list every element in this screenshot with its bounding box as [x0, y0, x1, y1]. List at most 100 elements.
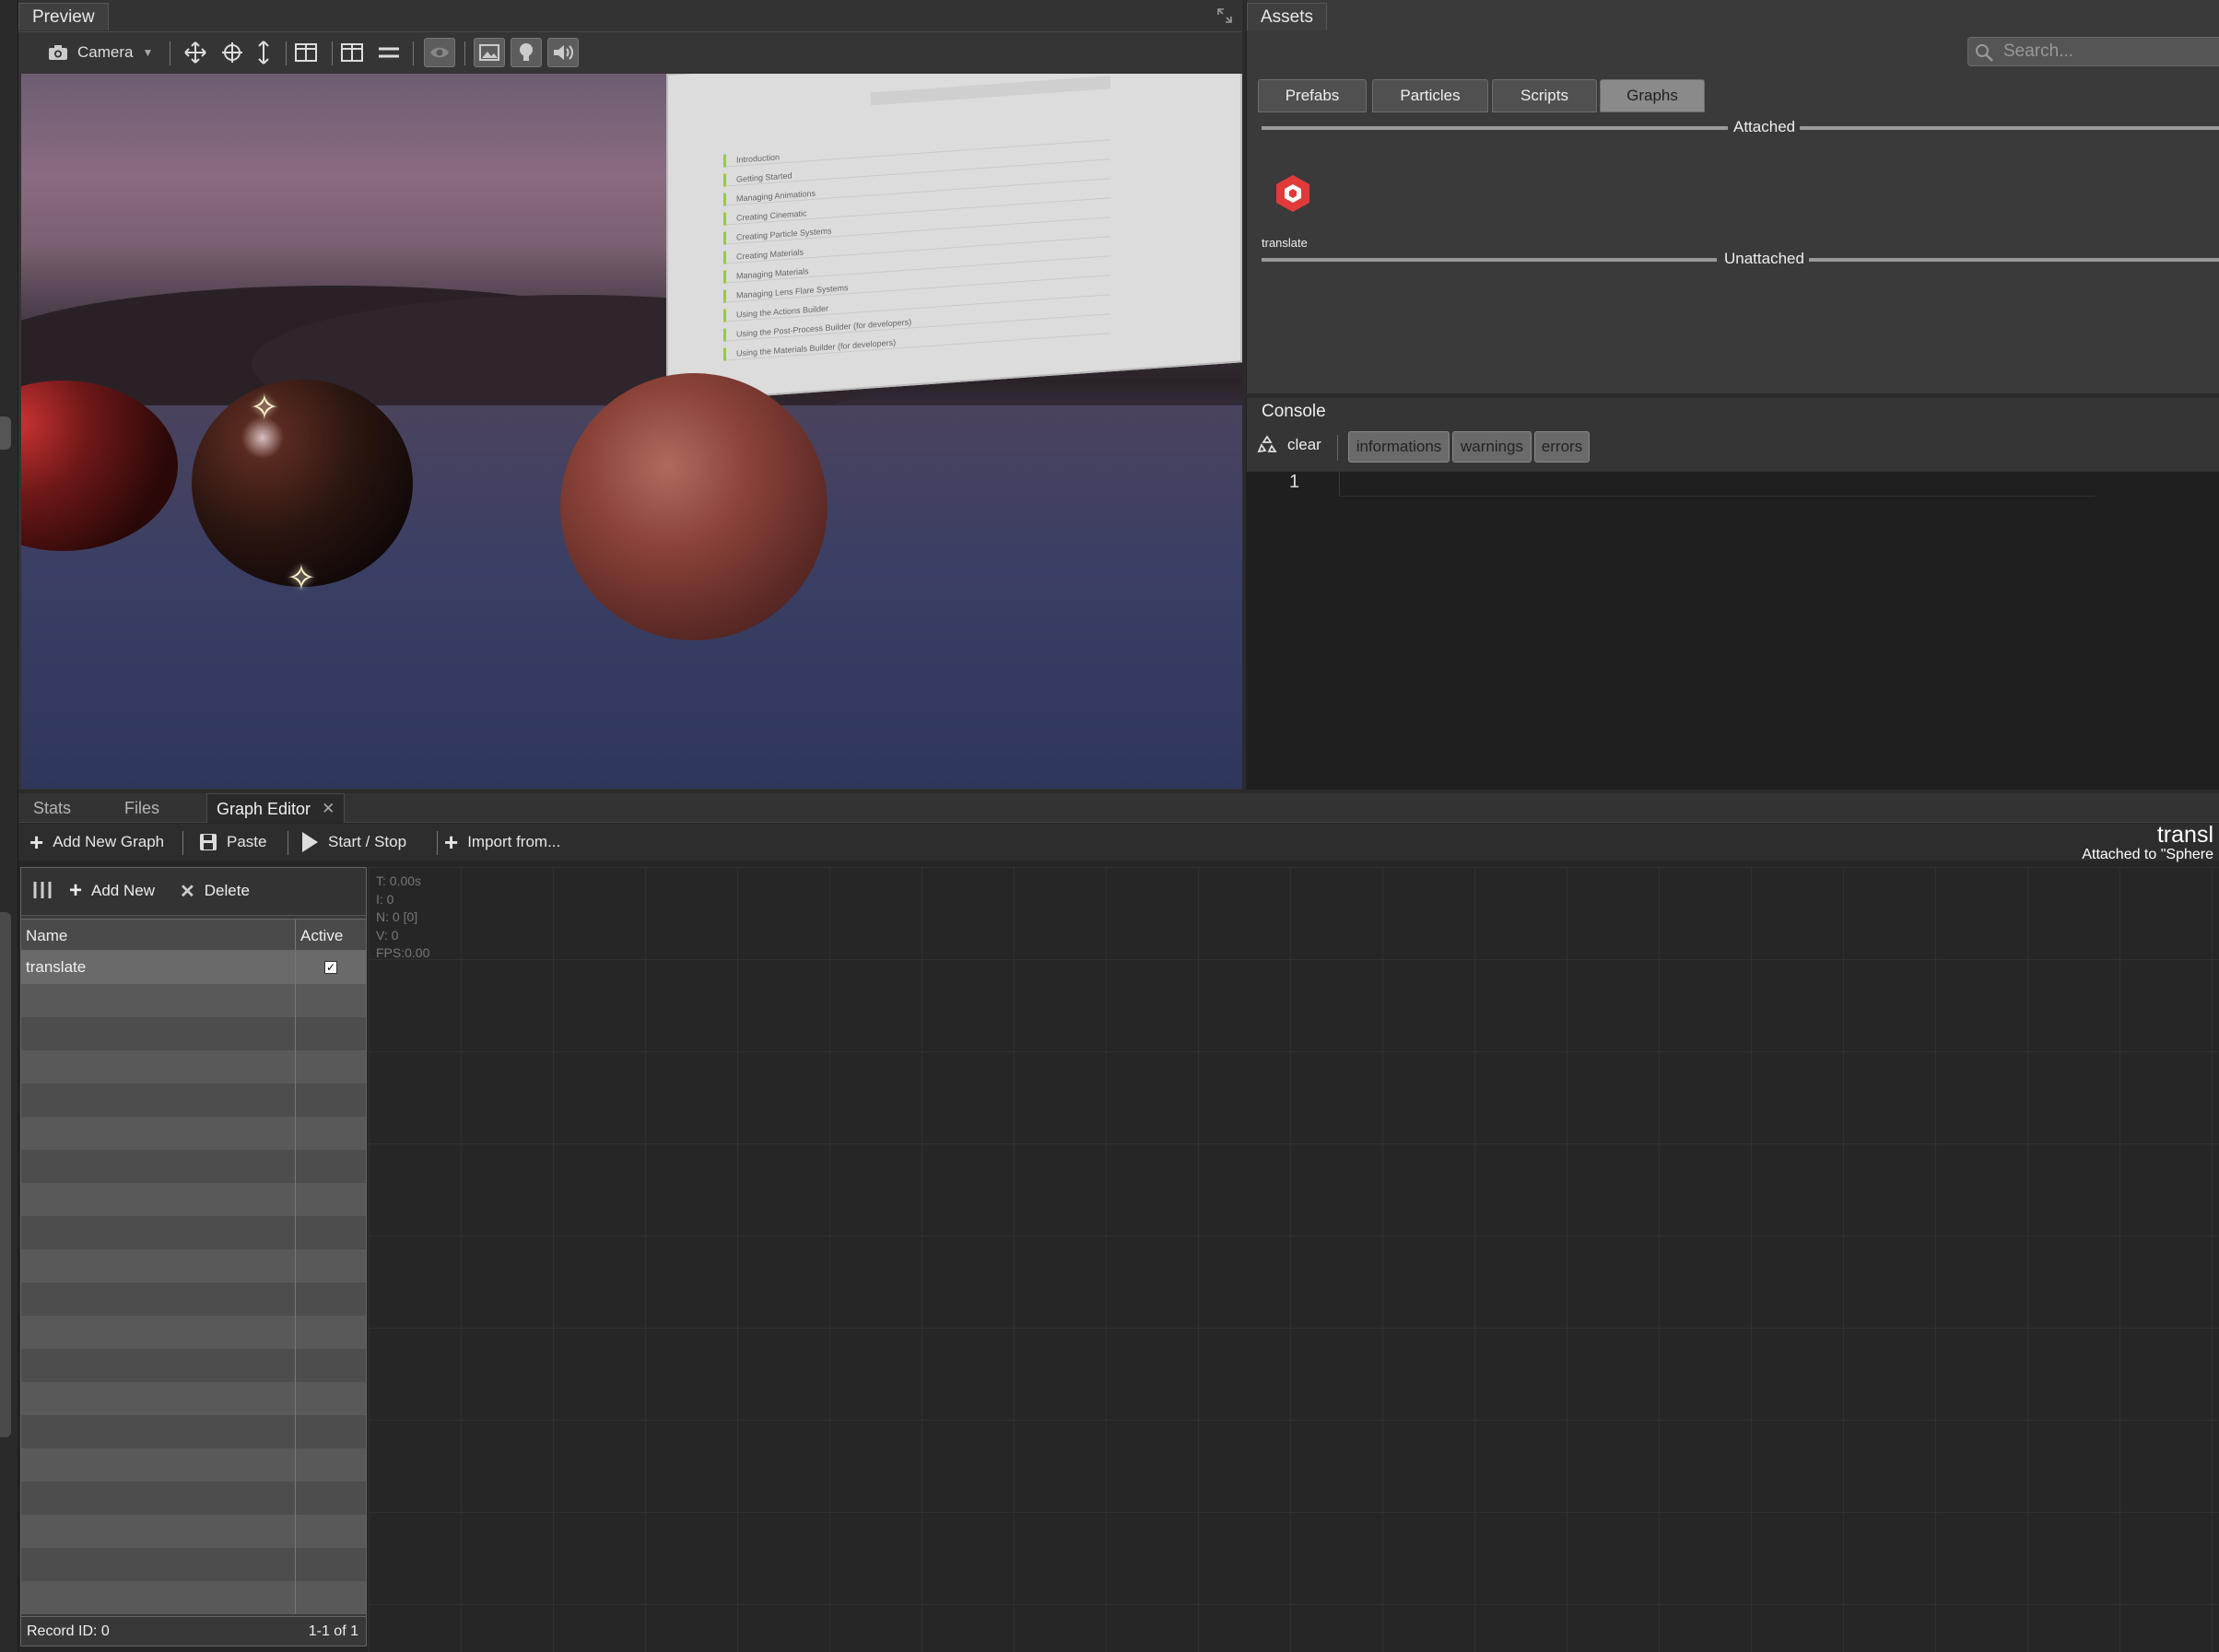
asset-item-label: translate	[1262, 236, 1308, 250]
tab-graph-editor-label: Graph Editor	[217, 800, 311, 818]
paste-button[interactable]: Paste	[199, 827, 266, 857]
graph-title: transl	[2156, 822, 2213, 848]
stat-variables: V: 0	[376, 927, 399, 943]
line-number: 1	[1289, 472, 1300, 492]
graph-list-footer: Record ID: 0 1-1 of 1	[21, 1616, 366, 1646]
graph-list-header: Name Active	[21, 919, 366, 952]
docs-screenshot-billboard: Introduction Getting Started Managing An…	[666, 74, 1242, 403]
scene-viewport[interactable]: Introduction Getting Started Managing An…	[21, 74, 1242, 789]
split-view-icon[interactable]	[293, 38, 319, 67]
add-new-button[interactable]: + Add New	[69, 877, 155, 905]
asset-item-translate[interactable]: translate	[1262, 171, 1317, 254]
empty-row	[21, 1482, 366, 1515]
empty-row	[21, 1216, 366, 1249]
filter-informations[interactable]: informations	[1348, 431, 1450, 463]
eye-icon	[429, 46, 450, 59]
divider	[1262, 126, 1728, 130]
camera-icon[interactable]	[48, 38, 68, 67]
tab-graphs[interactable]: Graphs	[1600, 79, 1705, 112]
active-checkbox[interactable]: ✓	[324, 961, 337, 974]
scrollbar-thumb[interactable]	[0, 912, 11, 1437]
column-header-name[interactable]: Name	[21, 920, 296, 952]
graph-list-rows: translate ✓	[21, 951, 366, 1614]
left-edge-strip	[0, 0, 18, 1652]
assets-search-input[interactable]: Search...	[1967, 37, 2219, 66]
console-cursor	[1339, 472, 1340, 496]
separator	[1337, 435, 1338, 461]
camera-label: Camera	[77, 43, 134, 61]
sparkle-icon: ✧	[287, 559, 316, 598]
console-panel: Console clear informations warnings erro…	[1246, 398, 2219, 790]
speaker-icon	[552, 43, 574, 62]
empty-row	[21, 1117, 366, 1150]
graph-canvas[interactable]: T: 0.00s I: 0 N: 0 [0] V: 0 FPS:0.00	[369, 867, 2219, 1652]
dark-sphere[interactable]	[192, 380, 413, 587]
graph-stats: T: 0.00s I: 0 N: 0 [0] V: 0 FPS:0.00	[376, 873, 429, 963]
empty-row	[21, 984, 366, 1017]
empty-row	[21, 1349, 366, 1382]
x-icon: ✕	[180, 881, 195, 902]
collapse-handle[interactable]	[0, 416, 11, 450]
tab-stats[interactable]: Stats	[33, 793, 71, 823]
image-icon	[479, 44, 499, 61]
layout-columns-icon[interactable]	[339, 38, 365, 67]
columns-icon[interactable]	[32, 881, 53, 899]
empty-row	[21, 1316, 366, 1349]
clear-label: clear	[1287, 436, 1321, 453]
paste-label: Paste	[227, 833, 267, 850]
light-toggle[interactable]	[511, 38, 542, 67]
console-line	[1339, 496, 2095, 497]
tab-files[interactable]: Files	[124, 793, 159, 823]
row-active-cell: ✓	[296, 951, 366, 984]
scale-icon[interactable]	[254, 38, 273, 67]
rotate-icon[interactable]	[219, 38, 245, 67]
filter-warnings[interactable]: warnings	[1452, 431, 1532, 463]
table-row[interactable]: translate ✓	[21, 951, 366, 984]
divider	[1809, 258, 2219, 262]
add-new-graph-button[interactable]: + Add New Graph	[29, 827, 164, 857]
assets-tab[interactable]: Assets	[1247, 3, 1328, 30]
divider	[1800, 126, 2219, 130]
empty-row	[21, 1017, 366, 1050]
sound-toggle[interactable]	[547, 38, 579, 67]
column-header-active[interactable]: Active	[296, 920, 366, 952]
tab-prefabs[interactable]: Prefabs	[1258, 79, 1367, 112]
plus-icon: +	[29, 827, 44, 856]
move-icon[interactable]	[182, 38, 208, 67]
import-from-button[interactable]: + Import from...	[444, 827, 560, 857]
save-icon	[199, 833, 217, 851]
console-title[interactable]: Console	[1262, 402, 1326, 422]
chevron-down-icon: ▼	[142, 46, 154, 59]
graph-title-block: transl Attached to "Sphere	[2082, 823, 2213, 863]
empty-row	[21, 1415, 366, 1448]
maximize-icon[interactable]	[1216, 7, 1233, 24]
graph-icon	[1273, 173, 1313, 214]
tab-graph-editor[interactable]: Graph Editor ✕	[206, 793, 346, 823]
camera-dropdown[interactable]: Camera ▼	[77, 38, 153, 67]
image-toggle[interactable]	[474, 38, 505, 67]
tab-scripts[interactable]: Scripts	[1492, 79, 1597, 112]
preview-toolbar: Camera ▼	[18, 31, 1242, 72]
tab-particles[interactable]: Particles	[1372, 79, 1488, 112]
recycle-icon	[1256, 435, 1278, 455]
add-new-label: Add New	[91, 882, 155, 899]
delete-label: Delete	[204, 882, 250, 899]
plus-icon: +	[69, 878, 83, 903]
visibility-toggle[interactable]	[424, 38, 455, 67]
empty-row	[21, 1448, 366, 1482]
stat-fps: FPS:0.00	[376, 945, 430, 960]
console-header: Console clear informations warnings erro…	[1247, 398, 2219, 472]
rusty-sphere[interactable]	[560, 373, 828, 640]
preview-tab[interactable]: Preview	[18, 3, 109, 30]
clear-button[interactable]: clear	[1256, 435, 1321, 455]
delete-button[interactable]: ✕ Delete	[180, 877, 250, 905]
start-stop-button[interactable]: Start / Stop	[300, 827, 406, 857]
filter-errors[interactable]: errors	[1534, 431, 1590, 463]
close-icon[interactable]: ✕	[322, 794, 335, 823]
empty-row	[21, 1084, 366, 1117]
assets-panel: Assets Search... Prefabs Particles Scrip…	[1246, 0, 2219, 393]
layout-rows-icon[interactable]	[376, 38, 402, 67]
board-nav	[871, 76, 1110, 106]
empty-row	[21, 1249, 366, 1283]
lightbulb-icon	[518, 41, 534, 64]
